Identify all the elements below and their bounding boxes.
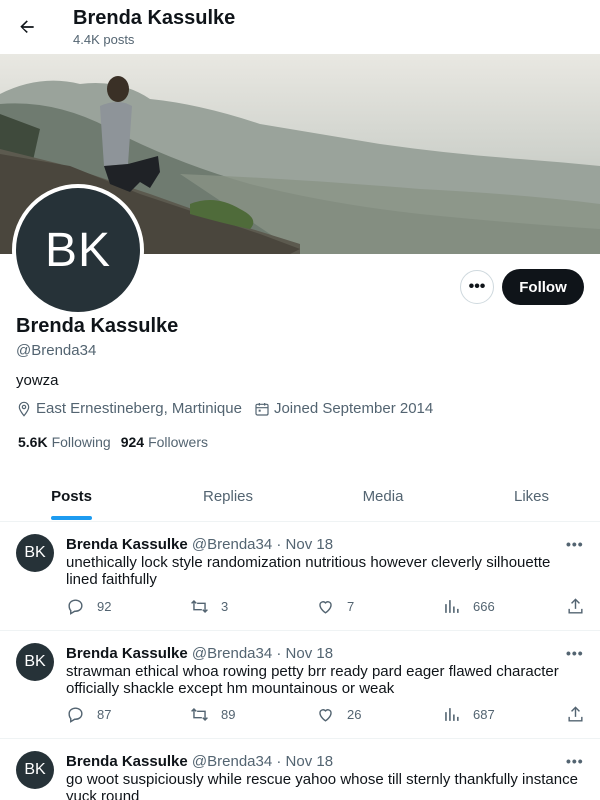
- share-button[interactable]: [566, 597, 597, 616]
- tab-likes[interactable]: Likes: [463, 470, 600, 522]
- tweet-author-handle[interactable]: @Brenda34: [192, 536, 272, 553]
- profile-handle: @Brenda34: [16, 342, 97, 359]
- follow-button[interactable]: Follow: [502, 269, 584, 305]
- more-options-button[interactable]: •••: [460, 270, 494, 304]
- repost-count: 89: [221, 707, 236, 722]
- tweet-author-name[interactable]: Brenda Kassulke: [66, 645, 188, 662]
- analytics-icon: [445, 600, 459, 613]
- repost-icon: [191, 599, 208, 614]
- view-count: 666: [473, 599, 495, 614]
- tweet-header: Brenda Kassulke @Brenda34 · Nov 18: [66, 753, 333, 770]
- repost-icon: [191, 707, 208, 722]
- tweet-text: strawman ethical whoa rowing petty brr r…: [66, 663, 559, 697]
- active-tab-indicator: [51, 516, 92, 520]
- tweet-text: go woot suspiciously while rescue yahoo …: [66, 771, 578, 800]
- tab-posts[interactable]: Posts: [0, 470, 143, 522]
- repost-count: 3: [221, 599, 229, 614]
- tweet-more-icon[interactable]: •••: [566, 536, 584, 552]
- tweet-text: unethically lock style randomization nut…: [66, 554, 551, 588]
- profile-tabs: Posts Replies Media Likes: [0, 470, 600, 522]
- header-post-count: 4.4K posts: [73, 32, 135, 47]
- heart-icon: [319, 601, 332, 614]
- tweet-item[interactable]: BK Brenda Kassulke @Brenda34 · Nov 18 ••…: [0, 522, 600, 631]
- profile-meta: East Ernestineberg, Martinique Joined Se…: [16, 400, 445, 417]
- like-button[interactable]: 7: [316, 597, 354, 616]
- tweet-actions: 87 89 26 687: [66, 705, 586, 727]
- heart-icon: [319, 709, 332, 722]
- tab-replies[interactable]: Replies: [143, 470, 313, 522]
- repost-button[interactable]: 3: [190, 597, 228, 616]
- tweet-author-name[interactable]: Brenda Kassulke: [66, 536, 188, 553]
- reply-button[interactable]: 92: [66, 597, 111, 616]
- tweet-avatar[interactable]: BK: [16, 751, 54, 789]
- view-count: 687: [473, 707, 495, 722]
- share-icon: [568, 706, 583, 722]
- like-count: 7: [347, 599, 355, 614]
- calendar-icon: [255, 402, 269, 416]
- joined-item: Joined September 2014: [254, 400, 433, 417]
- following-link[interactable]: 5.6K Following: [18, 434, 111, 450]
- tweet-separator: ·: [276, 753, 282, 770]
- joined-text: Joined September 2014: [273, 400, 434, 417]
- back-button[interactable]: [10, 10, 44, 44]
- tweet-author-name[interactable]: Brenda Kassulke: [66, 753, 188, 770]
- tweet-item[interactable]: BK Brenda Kassulke @Brenda34 · Nov 18 ••…: [0, 631, 600, 739]
- tweet-separator: ·: [276, 536, 282, 553]
- share-icon: [568, 598, 583, 614]
- like-count: 26: [347, 707, 362, 722]
- repost-button[interactable]: 89: [190, 705, 235, 724]
- followers-count: 924: [120, 434, 145, 450]
- location-text: East Ernestineberg, Martinique: [36, 400, 242, 417]
- profile-bio: yowza: [16, 372, 59, 389]
- followers-label: Followers: [148, 434, 208, 450]
- share-button[interactable]: [566, 705, 597, 724]
- follow-stats: 5.6K Following 924 Followers: [18, 434, 218, 450]
- reply-icon: [68, 599, 83, 615]
- followers-link[interactable]: 924 Followers: [121, 434, 208, 450]
- tweet-author-handle[interactable]: @Brenda34: [192, 645, 272, 662]
- top-bar: Brenda Kassulke 4.4K posts: [0, 0, 600, 54]
- views-button[interactable]: 666: [442, 597, 495, 616]
- reply-icon: [68, 707, 83, 723]
- analytics-icon: [445, 708, 459, 721]
- location-pin-icon: [18, 401, 30, 417]
- tweet-header: Brenda Kassulke @Brenda34 · Nov 18: [66, 536, 333, 553]
- views-button[interactable]: 687: [442, 705, 495, 724]
- tweet-actions: 92 3 7 666: [66, 597, 586, 619]
- tweet-avatar[interactable]: BK: [16, 534, 54, 572]
- reply-count: 92: [97, 599, 112, 614]
- header-name: Brenda Kassulke: [73, 7, 236, 29]
- tweet-separator: ·: [276, 645, 282, 662]
- tweet-author-handle[interactable]: @Brenda34: [192, 753, 272, 770]
- arrow-left-icon: [20, 20, 34, 33]
- tab-media[interactable]: Media: [313, 470, 453, 522]
- profile-name: Brenda Kassulke: [16, 315, 179, 337]
- tweet-item[interactable]: BK Brenda Kassulke @Brenda34 · Nov 18 ••…: [0, 739, 600, 800]
- tweet-avatar[interactable]: BK: [16, 643, 54, 681]
- like-button[interactable]: 26: [316, 705, 361, 724]
- profile-avatar[interactable]: BK: [12, 184, 144, 316]
- location-item: East Ernestineberg, Martinique: [16, 400, 242, 417]
- following-label: Following: [51, 434, 111, 450]
- reply-button[interactable]: 87: [66, 705, 111, 724]
- tweet-more-icon[interactable]: •••: [566, 645, 584, 661]
- following-count: 5.6K: [18, 434, 48, 450]
- reply-count: 87: [97, 707, 112, 722]
- tweet-date[interactable]: Nov 18: [286, 753, 334, 770]
- tweet-header: Brenda Kassulke @Brenda34 · Nov 18: [66, 645, 333, 662]
- tweet-date[interactable]: Nov 18: [286, 536, 334, 553]
- tweet-more-icon[interactable]: •••: [566, 753, 584, 769]
- tweet-date[interactable]: Nov 18: [286, 645, 334, 662]
